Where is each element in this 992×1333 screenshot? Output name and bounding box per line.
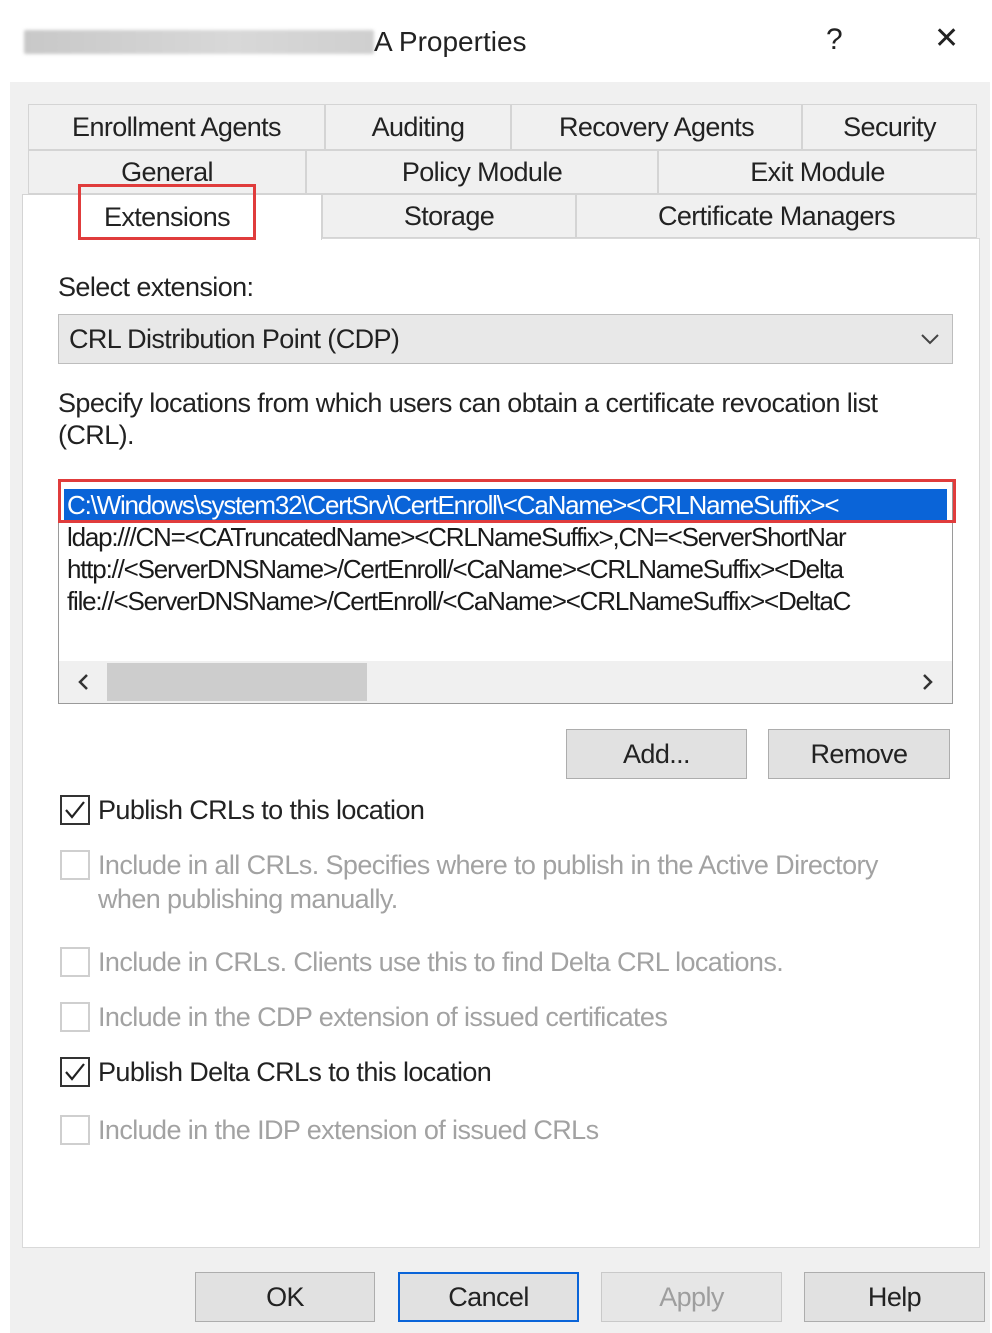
publish-crls-checkbox[interactable]: [60, 795, 90, 825]
chevron-down-icon: [921, 334, 939, 345]
tab-auditing[interactable]: Auditing: [325, 104, 511, 150]
include-in-crls-label: Include in CRLs. Clients use this to fin…: [98, 947, 784, 977]
include-all-crls-label: Include in all CRLs. Specifies where to …: [98, 850, 878, 880]
help-footer-button[interactable]: Help: [804, 1272, 985, 1322]
include-cdp-option: Include in the CDP extension of issued c…: [60, 1000, 668, 1034]
remove-button[interactable]: Remove: [768, 729, 950, 779]
selected-location-highlight: [58, 479, 956, 523]
locations-description-line2: (CRL).: [58, 420, 135, 450]
include-idp-option: Include in the IDP extension of issued C…: [60, 1113, 599, 1147]
title-redacted-prefix: [24, 30, 374, 54]
help-button[interactable]: ?: [820, 22, 849, 58]
publish-delta-crls-checkbox[interactable]: [60, 1057, 90, 1087]
tab-exit-module[interactable]: Exit Module: [658, 150, 977, 194]
location-item[interactable]: http://<ServerDNSName>/CertEnroll/<CaNam…: [67, 553, 947, 585]
include-all-crls-option: Include in all CRLs. Specifies where to …: [60, 848, 878, 916]
include-all-crls-checkbox: [60, 850, 90, 880]
tab-policy-module[interactable]: Policy Module: [306, 150, 658, 194]
extension-dropdown[interactable]: CRL Distribution Point (CDP): [58, 314, 953, 364]
tab-certificate-managers[interactable]: Certificate Managers: [576, 194, 977, 238]
include-in-crls-checkbox: [60, 947, 90, 977]
publish-delta-crls-label: Publish Delta CRLs to this location: [98, 1057, 492, 1087]
add-button[interactable]: Add...: [566, 729, 747, 779]
include-in-crls-option: Include in CRLs. Clients use this to fin…: [60, 945, 784, 979]
ok-button[interactable]: OK: [195, 1272, 375, 1322]
include-all-crls-label-line2: when publishing manually.: [98, 884, 398, 914]
cancel-button[interactable]: Cancel: [398, 1272, 579, 1322]
close-button[interactable]: ✕: [928, 20, 965, 57]
publish-delta-crls-option[interactable]: Publish Delta CRLs to this location: [60, 1055, 492, 1089]
tab-enrollment-agents[interactable]: Enrollment Agents: [28, 104, 325, 150]
checkmark-icon: [65, 1063, 85, 1081]
include-idp-label: Include in the IDP extension of issued C…: [98, 1115, 599, 1145]
window-title: A Properties: [374, 26, 527, 57]
publish-crls-label: Publish CRLs to this location: [98, 795, 425, 825]
select-extension-label: Select extension:: [58, 272, 254, 302]
extensions-tab-highlight: [78, 184, 256, 240]
tab-recovery-agents[interactable]: Recovery Agents: [511, 104, 802, 150]
include-idp-checkbox: [60, 1115, 90, 1145]
scrollbar-thumb[interactable]: [107, 663, 367, 701]
locations-description-line1: Specify locations from which users can o…: [58, 388, 878, 418]
extension-dropdown-value: CRL Distribution Point (CDP): [69, 323, 400, 354]
tab-security[interactable]: Security: [802, 104, 977, 150]
publish-crls-option[interactable]: Publish CRLs to this location: [60, 793, 425, 827]
chevron-right-icon[interactable]: [914, 669, 940, 695]
include-cdp-label: Include in the CDP extension of issued c…: [98, 1002, 668, 1032]
horizontal-scrollbar[interactable]: [59, 661, 952, 703]
location-item[interactable]: file://<ServerDNSName>/CertEnroll/<CaNam…: [67, 585, 947, 617]
location-item[interactable]: ldap:///CN=<CATruncatedName><CRLNameSuff…: [67, 521, 947, 553]
include-cdp-checkbox: [60, 1002, 90, 1032]
tab-storage[interactable]: Storage: [322, 194, 576, 238]
apply-button: Apply: [601, 1272, 782, 1322]
chevron-left-icon[interactable]: [71, 669, 97, 695]
checkmark-icon: [65, 801, 85, 819]
